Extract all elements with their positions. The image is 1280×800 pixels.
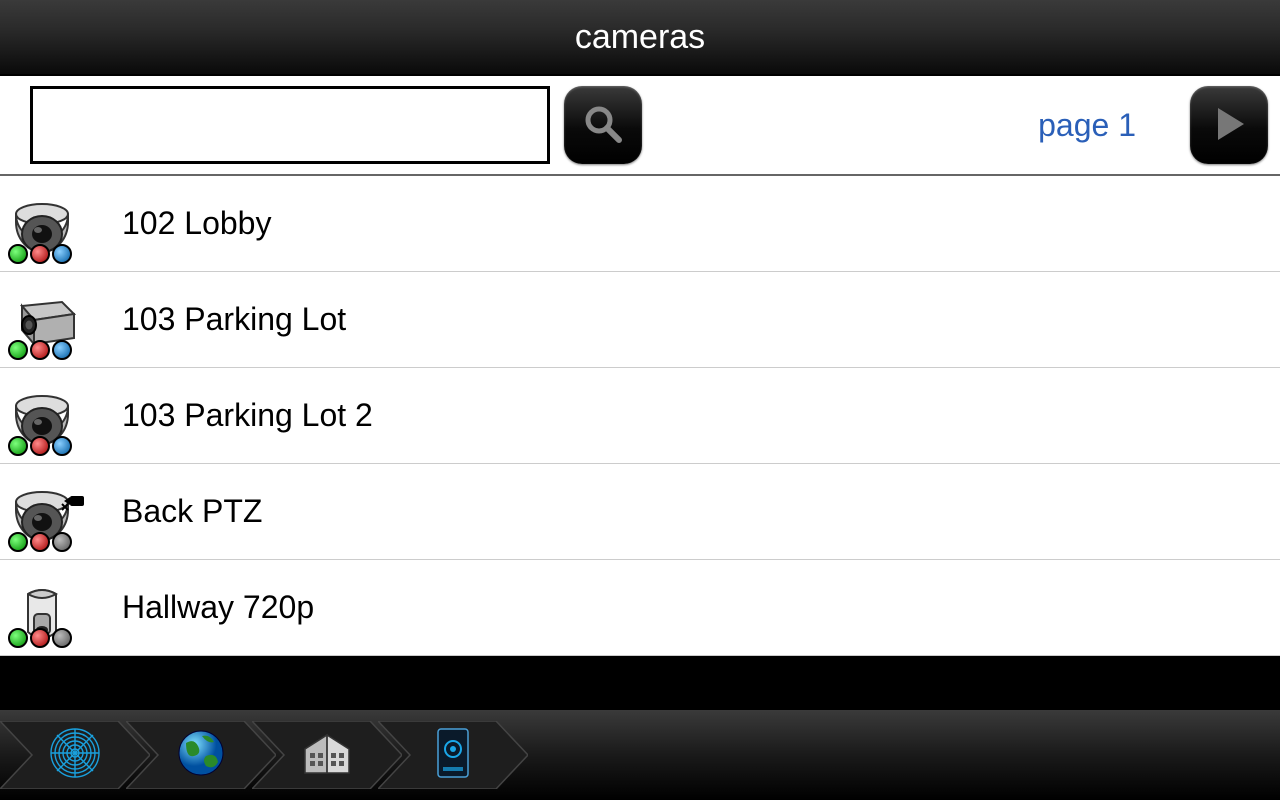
camera-row[interactable]: 103 Parking Lot 2 (0, 368, 1280, 464)
status-led (8, 628, 28, 648)
status-leds (8, 244, 72, 264)
building-icon (301, 729, 353, 782)
camera-icon (8, 568, 98, 648)
breadcrumb-server[interactable] (378, 721, 528, 789)
camera-label: 103 Parking Lot (122, 301, 346, 338)
status-led (8, 340, 28, 360)
page-title: cameras (575, 18, 705, 57)
camera-label: Hallway 720p (122, 589, 314, 626)
status-leds (8, 628, 72, 648)
play-icon (1208, 103, 1250, 148)
fingerprint-icon (48, 726, 102, 785)
status-led (52, 532, 72, 552)
camera-row[interactable]: 103 Parking Lot (0, 272, 1280, 368)
status-leds (8, 532, 72, 552)
camera-label: Back PTZ (122, 493, 262, 530)
breadcrumb-nav (0, 710, 1280, 800)
status-leds (8, 340, 72, 360)
status-led (30, 340, 50, 360)
camera-label: 102 Lobby (122, 205, 271, 242)
camera-row[interactable]: Hallway 720p (0, 560, 1280, 656)
status-led (8, 532, 28, 552)
camera-list: 102 Lobby 103 Parking Lot 103 Parking Lo… (0, 176, 1280, 656)
search-button[interactable] (564, 86, 642, 164)
next-page-button[interactable] (1190, 86, 1268, 164)
camera-icon (8, 376, 98, 456)
globe-icon (176, 728, 226, 783)
status-led (30, 532, 50, 552)
camera-icon (8, 472, 98, 552)
status-led (52, 436, 72, 456)
camera-icon (8, 280, 98, 360)
status-led (30, 436, 50, 456)
status-led (52, 244, 72, 264)
camera-row[interactable]: Back PTZ (0, 464, 1280, 560)
camera-icon (8, 184, 98, 264)
page-indicator: page 1 (1038, 107, 1136, 144)
search-input[interactable] (30, 86, 550, 164)
server-icon (436, 727, 470, 784)
status-led (8, 436, 28, 456)
search-row: page 1 (0, 76, 1280, 176)
title-bar: cameras (0, 0, 1280, 76)
search-icon (582, 103, 624, 148)
status-led (52, 340, 72, 360)
camera-row[interactable]: 102 Lobby (0, 176, 1280, 272)
status-led (8, 244, 28, 264)
status-led (30, 628, 50, 648)
status-leds (8, 436, 72, 456)
camera-label: 103 Parking Lot 2 (122, 397, 373, 434)
status-led (52, 628, 72, 648)
status-led (30, 244, 50, 264)
